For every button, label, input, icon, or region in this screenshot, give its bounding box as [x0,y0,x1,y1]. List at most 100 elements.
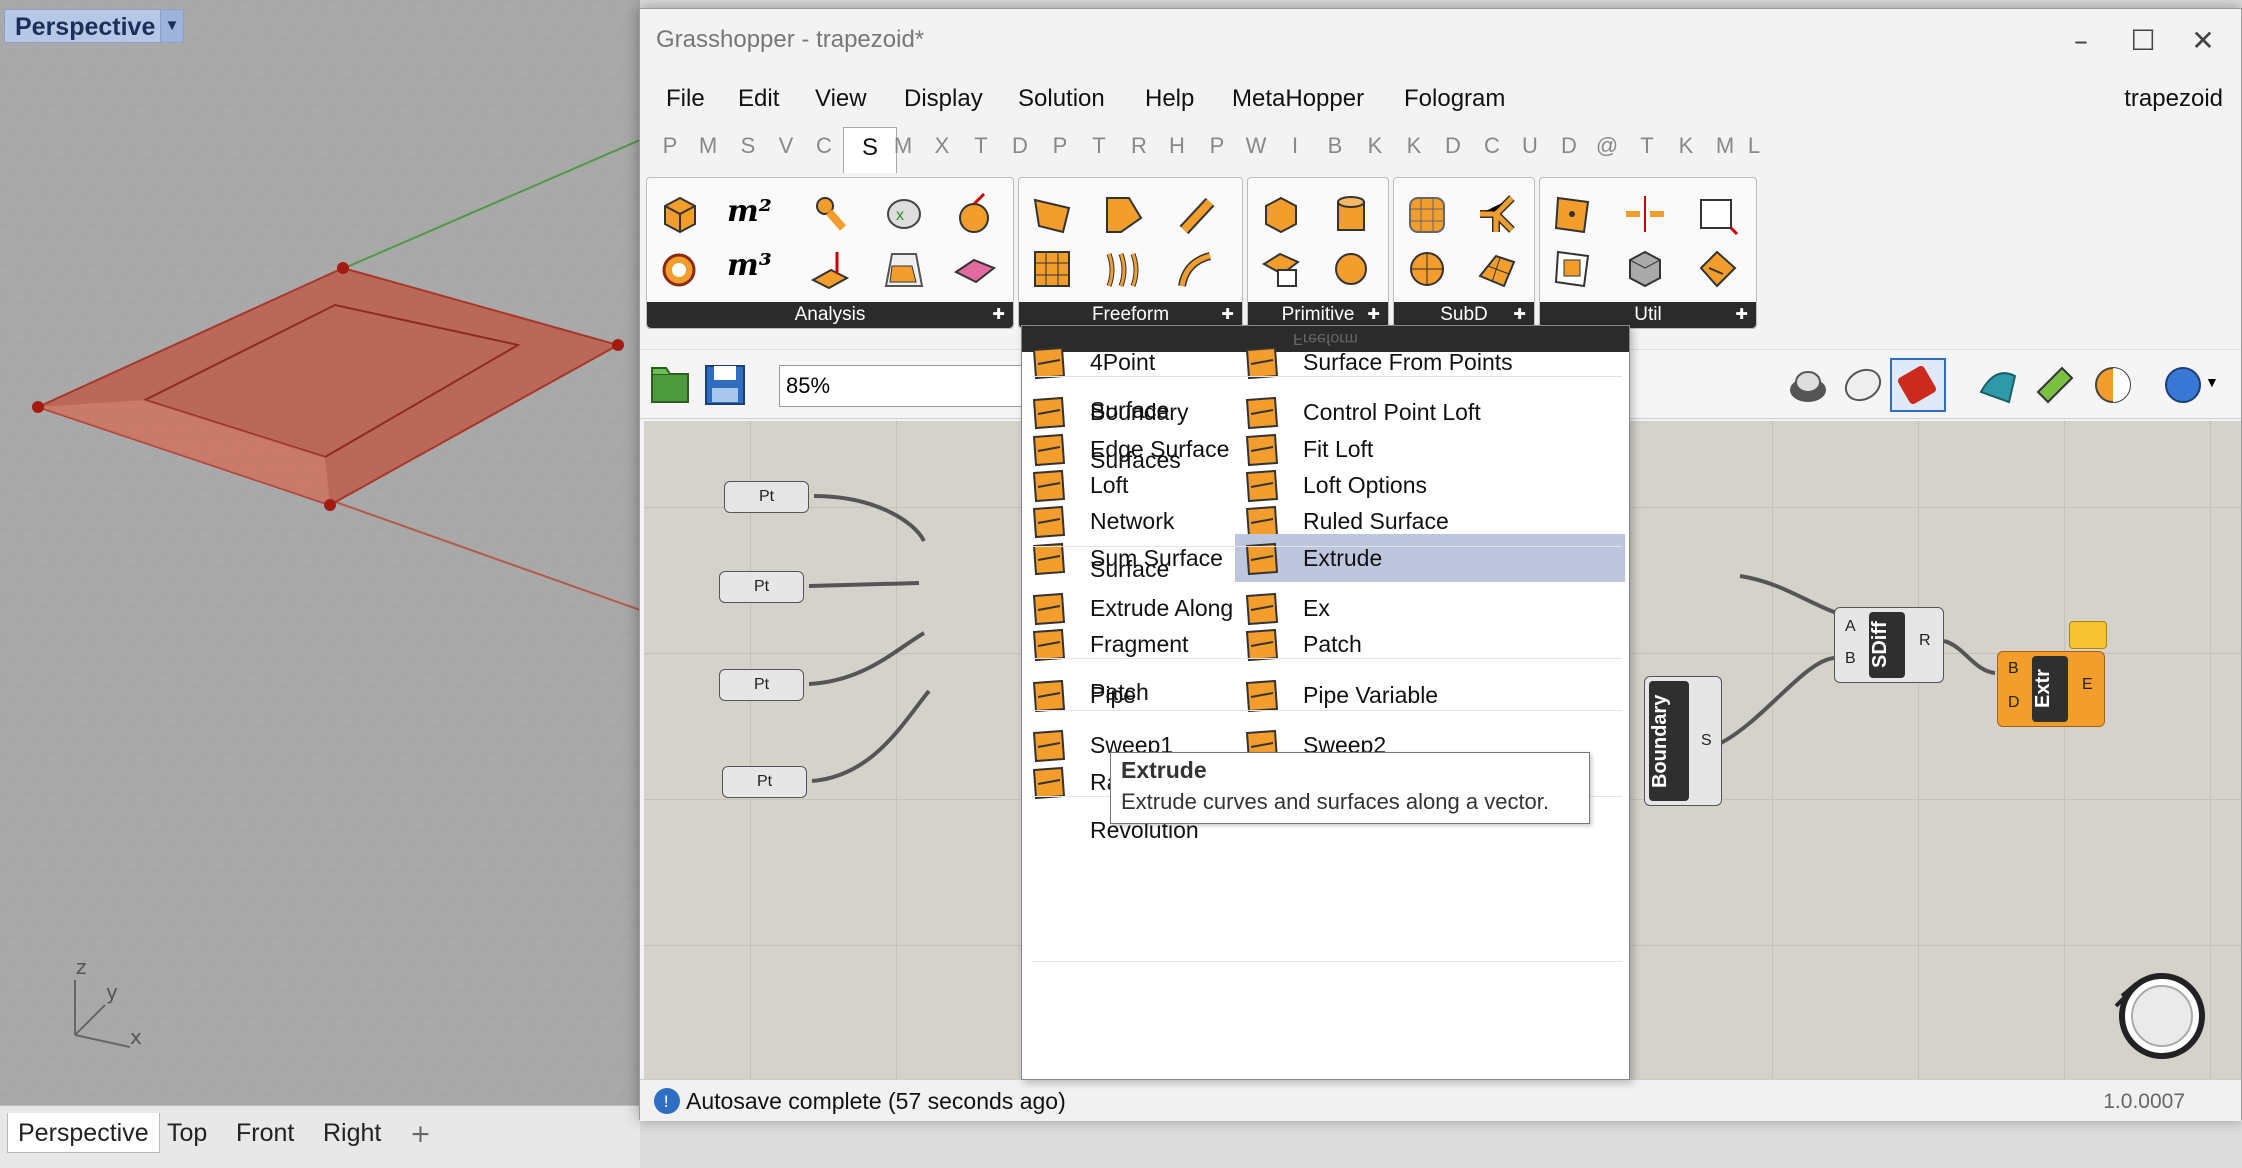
menu-file[interactable]: File [666,85,705,113]
menu-display[interactable]: Display [904,85,983,113]
point-param[interactable]: Pt [719,571,804,603]
point-check-icon[interactable]: x [882,192,928,238]
component-tab-4[interactable]: C [809,133,839,159]
four-point-surface-icon[interactable] [1029,192,1075,238]
document-name[interactable]: trapezoid [2124,85,2223,113]
component-tab-1[interactable]: M [693,133,723,159]
pipe-icon[interactable] [1174,192,1220,238]
component-tab-3[interactable]: V [771,133,801,159]
offset-icon[interactable] [1695,246,1741,292]
cylinder-icon[interactable] [1328,192,1374,238]
dropdown-item-4point-surface[interactable]: 4Point Surface [1022,338,1234,423]
deform-icon[interactable] [657,246,703,292]
point-param[interactable]: Pt [724,481,809,513]
material-sphere-icon[interactable] [2090,362,2136,408]
menu-edit[interactable]: Edit [738,85,779,113]
point-param[interactable]: Pt [722,766,807,798]
split-icon[interactable] [1622,192,1668,238]
box-measure-icon[interactable] [807,246,853,292]
menu-help[interactable]: Help [1145,85,1194,113]
pipe-measure-icon[interactable] [807,192,853,238]
component-tab-9[interactable]: D [1005,133,1035,159]
dropdown-item-surface-from-points[interactable]: Surface From Points [1235,338,1625,386]
rhino-perspective-viewport[interactable]: Perspective ▼ z y x [0,0,640,1105]
subd-sphere-icon[interactable] [1404,246,1450,292]
dropdown-item-pipe-variable[interactable]: Pipe Variable [1235,671,1625,719]
divide-surface-icon[interactable] [1550,192,1596,238]
boundary-component[interactable]: Boundary S [1644,676,1722,806]
component-tab-19[interactable]: K [1399,133,1429,159]
isotrim-icon[interactable] [1550,246,1596,292]
minimize-button[interactable]: – [2051,19,2111,63]
save-icon[interactable] [702,362,748,408]
subd-mesh-icon[interactable] [1474,246,1520,292]
component-tab-17[interactable]: B [1320,133,1350,159]
component-tab-7[interactable]: X [927,133,957,159]
dropdown-item-pipe[interactable]: Pipe [1022,671,1234,719]
viewport-tab-top[interactable]: Top [157,1113,217,1153]
menu-metahopper[interactable]: MetaHopper [1232,85,1364,113]
preview-wireframe-icon[interactable] [1840,362,1886,408]
loft-icon[interactable] [1101,246,1147,292]
boundary-surface-icon[interactable] [1101,192,1147,238]
component-tab-0[interactable]: P [655,133,685,159]
component-tab-2[interactable]: S [733,133,763,159]
component-tab-11[interactable]: T [1084,133,1114,159]
zoom-input[interactable] [779,365,1029,407]
subd-branch-icon[interactable] [1474,192,1520,238]
menu-solution[interactable]: Solution [1018,85,1105,113]
surface-icon[interactable] [952,246,998,292]
box-icon[interactable] [657,192,703,238]
open-folder-icon[interactable] [648,362,694,408]
component-tab-27[interactable]: M [1710,133,1740,159]
component-tab-6[interactable]: M [888,133,918,159]
menu-view[interactable]: View [815,85,867,113]
component-tab-10[interactable]: P [1045,133,1075,159]
component-tab-8[interactable]: T [966,133,996,159]
gradient-icon[interactable] [2032,362,2078,408]
preview-shaded-toggle[interactable] [1890,358,1946,412]
extrude-component[interactable]: B D Extr E [1997,651,2105,727]
maximize-button[interactable]: ☐ [2113,19,2173,63]
component-tab-20[interactable]: D [1438,133,1468,159]
sphere-icon[interactable] [952,192,998,238]
brep-icon[interactable] [882,246,928,292]
component-tab-13[interactable]: H [1162,133,1192,159]
component-tab-18[interactable]: K [1360,133,1390,159]
component-tab-24[interactable]: @ [1592,133,1622,159]
display-mode-chevron-down-icon[interactable]: ▼ [2205,374,2219,420]
dropdown-item-patch[interactable]: Patch [1235,620,1625,668]
component-tab-22[interactable]: U [1515,133,1545,159]
component-tab-26[interactable]: K [1671,133,1701,159]
box-primitive-icon[interactable] [1258,192,1304,238]
sweep-icon[interactable] [1174,246,1220,292]
subd-box-icon[interactable] [1404,192,1450,238]
box-rect-icon[interactable] [1258,246,1304,292]
viewport-menu-chevron-icon[interactable]: ▼ [160,9,184,43]
component-tab-23[interactable]: D [1554,133,1584,159]
component-tab-28[interactable]: L [1739,133,1769,159]
component-tab-16[interactable]: I [1280,133,1310,159]
component-tab-12[interactable]: R [1124,133,1154,159]
dropdown-item-extrude[interactable]: Extrude [1235,534,1625,582]
component-tab-14[interactable]: P [1202,133,1232,159]
warning-balloon-icon[interactable] [2069,621,2107,649]
viewport-tab-perspective[interactable]: Perspective [7,1113,160,1153]
bake-icon[interactable] [1975,362,2021,408]
canvas-navigator-icon[interactable] [2112,966,2212,1066]
close-button[interactable]: ✕ [2173,19,2233,63]
component-tab-21[interactable]: C [1477,133,1507,159]
sphere-primitive-icon[interactable] [1328,246,1374,292]
dropdown-item-fragment-patch[interactable]: Fragment Patch [1022,620,1234,705]
add-viewport-plus-icon[interactable]: + [400,1113,441,1153]
display-mode-sphere-icon[interactable] [2160,362,2206,408]
volume-m3-icon[interactable]: m³ [727,248,773,294]
sdiff-component[interactable]: A B SDiff R [1834,607,1944,683]
component-tab-15[interactable]: W [1241,133,1271,159]
brep-explode-icon[interactable] [1622,246,1668,292]
surface-from-points-icon[interactable] [1029,246,1075,292]
area-m2-icon[interactable]: m² [727,194,773,240]
dropdown-item-sum-surface[interactable]: Sum Surface [1022,534,1234,582]
viewport-title[interactable]: Perspective [4,9,167,43]
menu-fologram[interactable]: Fologram [1404,85,1505,113]
